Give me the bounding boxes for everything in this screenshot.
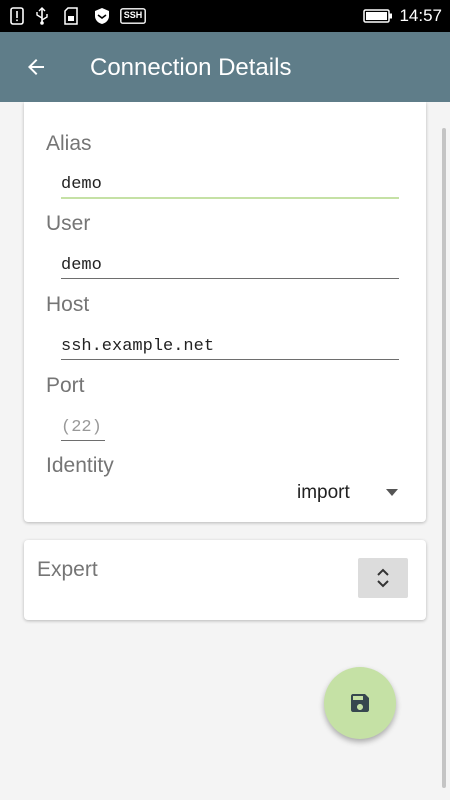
sd-card-icon <box>64 7 78 25</box>
port-field-container <box>61 412 105 441</box>
connection-form-card: Alias User Host Port Identity import <box>24 102 426 522</box>
alias-label: Alias <box>46 132 92 155</box>
page-title: Connection Details <box>90 54 292 81</box>
alias-field-container <box>61 169 399 199</box>
user-input[interactable] <box>61 250 399 278</box>
expert-card: Expert <box>24 540 426 620</box>
host-input[interactable] <box>61 331 399 359</box>
back-button[interactable] <box>20 51 52 83</box>
host-label: Host <box>46 293 90 316</box>
usb-icon <box>34 7 50 25</box>
shield-icon <box>93 7 111 25</box>
expert-label: Expert <box>37 558 98 581</box>
ssh-badge-text: SSH <box>123 10 143 20</box>
host-field-container <box>61 331 399 360</box>
scrollbar[interactable] <box>442 128 446 788</box>
port-input[interactable] <box>61 412 105 440</box>
identity-dropdown[interactable]: import <box>294 478 404 508</box>
user-label: User <box>46 212 91 235</box>
identity-label: Identity <box>46 454 114 477</box>
save-button[interactable] <box>324 667 396 739</box>
battery-icon <box>363 7 393 25</box>
dropdown-arrow-icon <box>386 489 398 496</box>
user-field-container <box>61 250 399 279</box>
identity-value: import <box>297 482 350 503</box>
alias-input[interactable] <box>61 169 399 197</box>
sim-alert-icon <box>10 7 24 25</box>
status-bar: SSH 14:57 <box>0 0 450 32</box>
clock: 14:57 <box>399 6 442 25</box>
app-toolbar: Connection Details <box>0 32 450 102</box>
arrow-left-icon <box>24 55 48 79</box>
ssh-badge-icon: SSH <box>120 7 146 25</box>
save-floppy-icon <box>348 691 372 715</box>
unfold-more-icon <box>375 566 391 590</box>
expert-expand-button[interactable] <box>358 558 408 598</box>
port-label: Port <box>46 374 85 397</box>
